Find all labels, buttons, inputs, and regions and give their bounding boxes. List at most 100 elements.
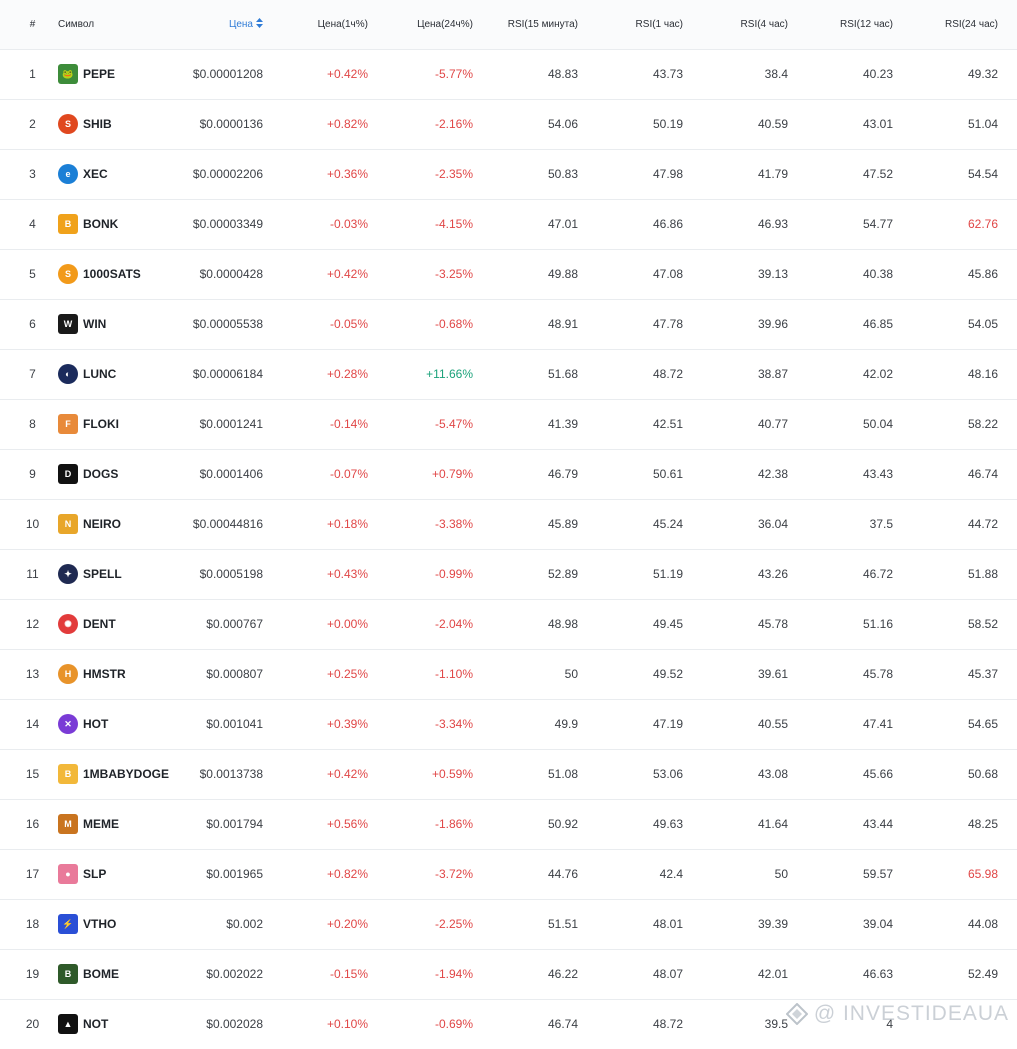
spell-wizard-icon: ✦ <box>58 564 78 584</box>
symbol-cell[interactable]: ◐LUNC <box>65 349 175 399</box>
table-row[interactable]: 13HHMSTR$0.000807+0.25%-1.10%5049.5239.6… <box>0 649 1017 699</box>
coin-symbol[interactable]: DENT <box>83 617 116 631</box>
symbol-cell[interactable]: B1MBABYDOGE <box>65 749 175 799</box>
rsi-4h-cell: 50 <box>683 849 788 899</box>
coin-symbol[interactable]: HOT <box>83 717 108 731</box>
table-row[interactable]: 2SSHIB$0.0000136+0.82%-2.16%54.0650.1940… <box>0 99 1017 149</box>
col-rsi-1h-header[interactable]: RSI(1 час) <box>578 0 683 49</box>
price-cell: $0.0001406 <box>175 449 263 499</box>
table-row[interactable]: 12✺DENT$0.000767+0.00%-2.04%48.9849.4545… <box>0 599 1017 649</box>
symbol-cell[interactable]: ⚡VTHO <box>65 899 175 949</box>
symbol-cell[interactable]: HHMSTR <box>65 649 175 699</box>
table-row[interactable]: 17●SLP$0.001965+0.82%-3.72%44.7642.45059… <box>0 849 1017 899</box>
table-row[interactable]: 8FFLOKI$0.0001241-0.14%-5.47%41.3942.514… <box>0 399 1017 449</box>
coin-symbol[interactable]: BOME <box>83 967 119 981</box>
symbol-cell[interactable]: ✦SPELL <box>65 549 175 599</box>
sort-icon[interactable] <box>256 18 263 28</box>
col-rsi-15m-header[interactable]: RSI(15 минута) <box>473 0 578 49</box>
symbol-cell[interactable]: 🐸PEPE <box>65 49 175 99</box>
table-row[interactable]: 16MMEME$0.001794+0.56%-1.86%50.9249.6341… <box>0 799 1017 849</box>
coin-symbol[interactable]: BONK <box>83 217 118 231</box>
coin-symbol[interactable]: DOGS <box>83 467 118 481</box>
col-rsi-12h-header[interactable]: RSI(12 час) <box>788 0 893 49</box>
rsi-1h-cell: 49.63 <box>578 799 683 849</box>
table-row[interactable]: 10NNEIRO$0.00044816+0.18%-3.38%45.8945.2… <box>0 499 1017 549</box>
rsi-24h-cell: 52.49 <box>893 949 1017 999</box>
symbol-cell[interactable]: ▲NOT <box>65 999 175 1049</box>
col-price-header[interactable]: Цена <box>175 0 263 49</box>
coin-symbol[interactable]: NEIRO <box>83 517 121 531</box>
table-row[interactable]: 9DDOGS$0.0001406-0.07%+0.79%46.7950.6142… <box>0 449 1017 499</box>
change-1h-cell: +0.42% <box>263 749 368 799</box>
price-sort-label[interactable]: Цена <box>229 19 253 30</box>
change-24h-cell: -0.68% <box>368 299 473 349</box>
book-of-meme-icon: B <box>58 964 78 984</box>
rsi-4h-cell: 38.87 <box>683 349 788 399</box>
table-row[interactable]: 4BBONK$0.00003349-0.03%-4.15%47.0146.864… <box>0 199 1017 249</box>
row-rank: 13 <box>0 649 65 699</box>
table-row[interactable]: 18⚡VTHO$0.002+0.20%-2.25%51.5148.0139.39… <box>0 899 1017 949</box>
rsi-4h-cell: 39.13 <box>683 249 788 299</box>
coin-symbol[interactable]: FLOKI <box>83 417 119 431</box>
coin-symbol[interactable]: PEPE <box>83 67 115 81</box>
col-rsi-24h-header[interactable]: RSI(24 час) <box>893 0 1017 49</box>
coin-symbol[interactable]: 1000SATS <box>83 267 141 281</box>
coin-symbol[interactable]: HMSTR <box>83 667 126 681</box>
table-row[interactable]: 14✕HOT$0.001041+0.39%-3.34%49.947.1940.5… <box>0 699 1017 749</box>
price-cell: $0.00005538 <box>175 299 263 349</box>
table-row[interactable]: 11✦SPELL$0.0005198+0.43%-0.99%52.8951.19… <box>0 549 1017 599</box>
row-rank: 19 <box>0 949 65 999</box>
symbol-cell[interactable]: ✕HOT <box>65 699 175 749</box>
table-row[interactable]: 1🐸PEPE$0.00001208+0.42%-5.77%48.8343.733… <box>0 49 1017 99</box>
symbol-cell[interactable]: ✺DENT <box>65 599 175 649</box>
coin-symbol[interactable]: SLP <box>83 867 106 881</box>
change-24h-cell: -3.38% <box>368 499 473 549</box>
symbol-cell[interactable]: eXEC <box>65 149 175 199</box>
rsi-12h-cell: 40.23 <box>788 49 893 99</box>
coin-symbol[interactable]: SPELL <box>83 567 122 581</box>
coin-symbol[interactable]: VTHO <box>83 917 116 931</box>
dogs-icon: D <box>58 464 78 484</box>
coin-symbol[interactable]: NOT <box>83 1017 108 1031</box>
rsi-1h-cell: 53.06 <box>578 749 683 799</box>
coin-symbol[interactable]: XEC <box>83 167 108 181</box>
col-rsi-4h-header[interactable]: RSI(4 час) <box>683 0 788 49</box>
change-1h-cell: +0.36% <box>263 149 368 199</box>
symbol-cell[interactable]: BBOME <box>65 949 175 999</box>
symbol-cell[interactable]: ●SLP <box>65 849 175 899</box>
coin-symbol[interactable]: 1MBABYDOGE <box>83 767 169 781</box>
change-24h-cell: -2.25% <box>368 899 473 949</box>
symbol-cell[interactable]: WWIN <box>65 299 175 349</box>
symbol-cell[interactable]: DDOGS <box>65 449 175 499</box>
table-row[interactable]: 7◐LUNC$0.00006184+0.28%+11.66%51.6848.72… <box>0 349 1017 399</box>
symbol-cell[interactable]: BBONK <box>65 199 175 249</box>
symbol-cell[interactable]: SSHIB <box>65 99 175 149</box>
rsi-24h-cell: 54.54 <box>893 149 1017 199</box>
col-change-24h-header[interactable]: Цена(24ч%) <box>368 0 473 49</box>
change-24h-cell: -1.86% <box>368 799 473 849</box>
symbol-cell[interactable]: NNEIRO <box>65 499 175 549</box>
coin-symbol[interactable]: SHIB <box>83 117 112 131</box>
table-row[interactable]: 3eXEC$0.00002206+0.36%-2.35%50.8347.9841… <box>0 149 1017 199</box>
col-change-1h-header[interactable]: Цена(1ч%) <box>263 0 368 49</box>
table-row[interactable]: 19BBOME$0.002022-0.15%-1.94%46.2248.0742… <box>0 949 1017 999</box>
price-cell: $0.00006184 <box>175 349 263 399</box>
rsi-4h-cell: 40.59 <box>683 99 788 149</box>
ecash-icon: e <box>58 164 78 184</box>
row-rank: 3 <box>0 149 65 199</box>
change-24h-cell: -2.04% <box>368 599 473 649</box>
coin-symbol[interactable]: LUNC <box>83 367 116 381</box>
rsi-12h-cell: 59.57 <box>788 849 893 899</box>
table-row[interactable]: 5S1000SATS$0.0000428+0.42%-3.25%49.8847.… <box>0 249 1017 299</box>
coin-symbol[interactable]: MEME <box>83 817 119 831</box>
shiba-icon: S <box>58 114 78 134</box>
symbol-cell[interactable]: MMEME <box>65 799 175 849</box>
change-1h-cell: +0.39% <box>263 699 368 749</box>
rsi-15m-cell: 50.83 <box>473 149 578 199</box>
table-row[interactable]: 15B1MBABYDOGE$0.0013738+0.42%+0.59%51.08… <box>0 749 1017 799</box>
change-1h-cell: +0.42% <box>263 249 368 299</box>
symbol-cell[interactable]: FFLOKI <box>65 399 175 449</box>
symbol-cell[interactable]: S1000SATS <box>65 249 175 299</box>
table-row[interactable]: 6WWIN$0.00005538-0.05%-0.68%48.9147.7839… <box>0 299 1017 349</box>
coin-symbol[interactable]: WIN <box>83 317 106 331</box>
